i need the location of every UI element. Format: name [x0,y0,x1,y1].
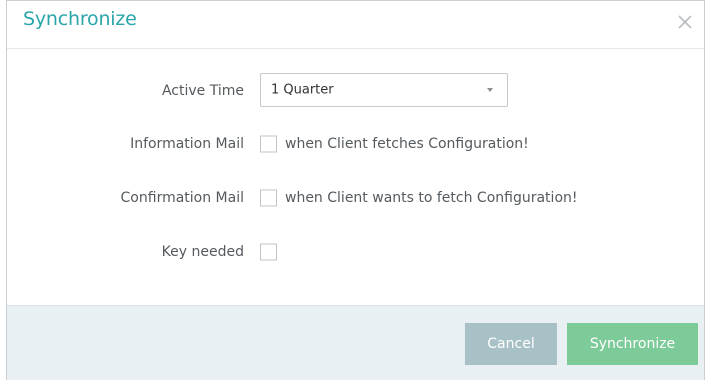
confirmation-mail-row: Confirmation Mail when Client wants to f… [7,180,704,216]
close-icon [678,15,692,29]
cancel-button[interactable]: Cancel [465,323,557,365]
dialog-title: Synchronize [23,8,137,30]
key-needed-row: Key needed [7,234,704,270]
confirmation-mail-label: Confirmation Mail [120,190,244,206]
information-mail-label: Information Mail [130,136,244,152]
active-time-value: 1 Quarter [271,82,334,98]
confirmation-mail-checkbox-text: when Client wants to fetch Configuration… [285,190,578,206]
dialog-body: Active Time 1 Quarter Information Mail w… [7,49,704,305]
close-button[interactable] [672,9,698,35]
information-mail-checkbox-text: when Client fetches Configuration! [285,136,529,152]
dialog-header: Synchronize [7,1,704,49]
synchronize-button[interactable]: Synchronize [567,323,698,365]
synchronize-dialog: Synchronize Active Time 1 Quarter Inform… [6,0,705,380]
active-time-select[interactable]: 1 Quarter [260,73,508,107]
information-mail-checkbox[interactable] [260,135,277,153]
dialog-footer: Cancel Synchronize [7,305,704,380]
active-time-label: Active Time [161,83,244,99]
chevron-down-icon [487,88,493,92]
key-needed-label: Key needed [161,244,244,260]
active-time-row: Active Time 1 Quarter [7,73,704,109]
information-mail-row: Information Mail when Client fetches Con… [7,126,704,162]
confirmation-mail-checkbox[interactable] [260,189,277,207]
key-needed-checkbox[interactable] [260,243,277,261]
